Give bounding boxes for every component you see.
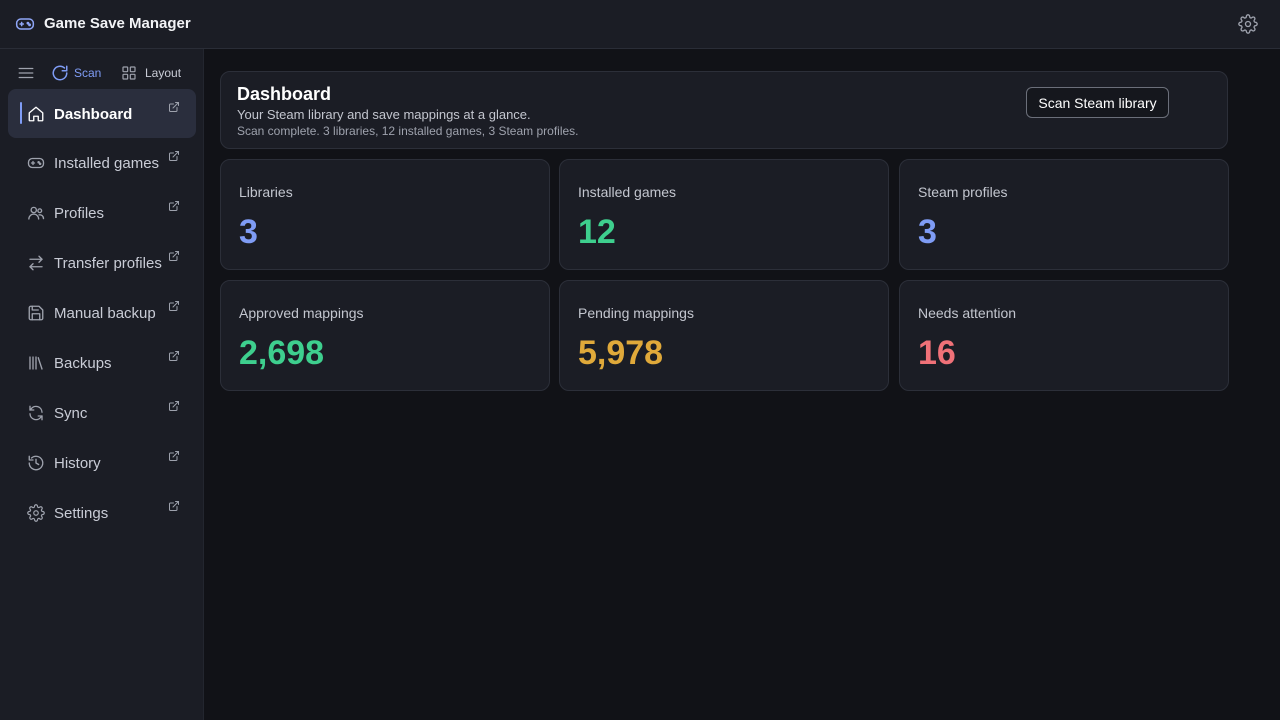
hamburger-menu-icon[interactable] (17, 64, 35, 82)
scan-status-text: Scan complete. 3 libraries, 12 installed… (237, 124, 579, 138)
stat-value: 2,698 (239, 334, 325, 372)
sidebar-item-label: Installed games (54, 155, 160, 172)
layout-label: Layout (145, 66, 182, 80)
stat-card-installed-games: Installed games 12 (559, 159, 889, 270)
stat-card-approved-mappings: Approved mappings 2,698 (220, 280, 550, 391)
stat-label: Steam profiles (918, 184, 1008, 200)
stat-value: 16 (918, 334, 956, 372)
library-icon (29, 356, 43, 370)
external-link-icon[interactable] (168, 250, 180, 262)
sidebar-item-manual-backup[interactable]: Manual backup (8, 288, 196, 338)
stat-value: 3 (239, 213, 258, 251)
stat-label: Needs attention (918, 305, 1017, 321)
stat-value: 12 (578, 213, 616, 251)
refresh-icon (29, 405, 43, 421)
sidebar-item-label: Transfer profiles (54, 255, 162, 272)
grid-icon (122, 66, 136, 80)
stat-label: Installed games (578, 184, 677, 200)
stat-value: 5,978 (578, 334, 664, 372)
stat-card-pending-mappings: Pending mappings 5,978 (559, 280, 889, 391)
active-indicator (20, 102, 22, 124)
stat-card-libraries: Libraries 3 (220, 159, 550, 270)
sidebar-item-profiles[interactable]: Profiles (8, 188, 196, 238)
sidebar-item-label: Backups (54, 355, 112, 372)
gear-icon (27, 504, 45, 522)
stat-card-steam-profiles: Steam profiles 3 (899, 159, 1229, 270)
stat-label: Pending mappings (578, 305, 694, 321)
refresh-icon (52, 65, 68, 81)
save-icon (28, 305, 44, 321)
sidebar-toolbar: Scan Layout (0, 62, 204, 84)
sidebar-nav: Dashboard Installed games Profiles Trans… (8, 89, 196, 538)
gamepad-icon (27, 157, 45, 169)
sidebar: Scan Layout Dashboard Installed games Pr… (0, 49, 204, 720)
sidebar-item-label: Settings (54, 505, 109, 522)
external-link-icon[interactable] (168, 450, 180, 462)
stat-label: Libraries (239, 184, 293, 200)
home-icon (28, 106, 44, 122)
page-subtitle: Your Steam library and save mappings at … (237, 107, 531, 122)
sidebar-item-label: Manual backup (54, 305, 156, 322)
sidebar-item-label: Profiles (54, 205, 105, 222)
sidebar-item-sync[interactable]: Sync (8, 388, 196, 438)
scan-label: Scan (74, 66, 102, 80)
sidebar-item-dashboard[interactable]: Dashboard (8, 89, 196, 138)
sidebar-item-history[interactable]: History (8, 438, 196, 488)
external-link-icon[interactable] (168, 500, 180, 512)
users-icon (28, 206, 45, 220)
sidebar-item-transfer-profiles[interactable]: Transfer profiles (8, 238, 196, 288)
history-icon (28, 455, 44, 471)
sidebar-item-installed-games[interactable]: Installed games (8, 138, 196, 188)
external-link-icon[interactable] (168, 200, 180, 212)
external-link-icon[interactable] (168, 350, 180, 362)
app-title: Game Save Manager (44, 15, 191, 32)
stat-label: Approved mappings (239, 305, 364, 321)
sidebar-item-settings[interactable]: Settings (8, 488, 196, 538)
gear-icon[interactable] (1238, 14, 1258, 34)
scan-button[interactable]: Scan (51, 63, 101, 83)
sidebar-item-label: History (54, 455, 101, 472)
sidebar-item-label: Sync (54, 405, 88, 422)
scan-steam-library-button[interactable]: Scan Steam library (1026, 87, 1169, 118)
sidebar-item-label: Dashboard (54, 106, 133, 123)
external-link-icon[interactable] (168, 400, 180, 412)
sidebar-item-backups[interactable]: Backups (8, 338, 196, 388)
title-bar: Game Save Manager (0, 0, 1280, 49)
gamepad-icon (15, 18, 35, 30)
external-link-icon[interactable] (168, 150, 180, 162)
arrows-swap-icon (29, 255, 43, 271)
layout-button[interactable]: Layout (121, 63, 181, 83)
external-link-icon[interactable] (168, 101, 180, 113)
page-title: Dashboard (237, 84, 332, 104)
dashboard-header-panel: Dashboard Your Steam library and save ma… (220, 71, 1228, 149)
stat-value: 3 (918, 213, 937, 251)
external-link-icon[interactable] (168, 300, 180, 312)
stat-card-needs-attention: Needs attention 16 (899, 280, 1229, 391)
